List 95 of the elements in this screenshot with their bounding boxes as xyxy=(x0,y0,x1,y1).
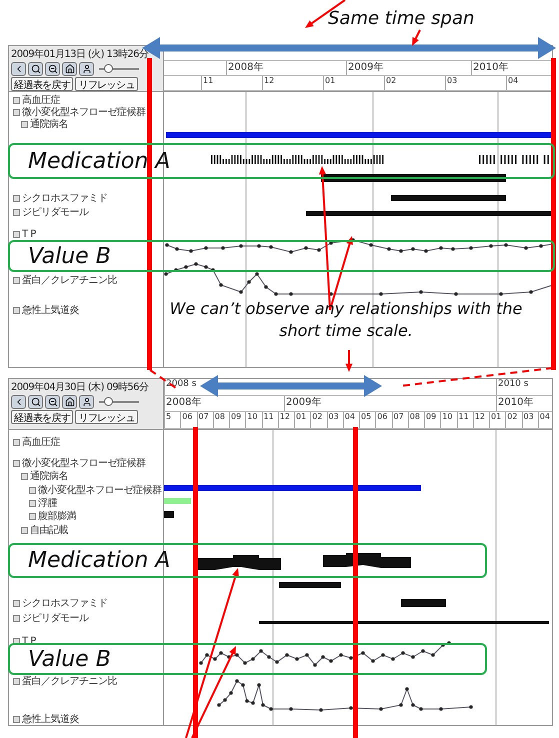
house-icon xyxy=(64,397,74,407)
slider-thumb[interactable] xyxy=(104,397,113,406)
expander-icon[interactable] xyxy=(13,716,20,722)
tree-item[interactable]: 浮腫 xyxy=(38,496,57,510)
tree-item[interactable]: シクロホスファミド xyxy=(22,596,108,610)
month-label: 11 xyxy=(262,412,278,428)
toolbar-button[interactable] xyxy=(79,62,94,76)
expander-icon[interactable] xyxy=(13,600,20,606)
tree-item[interactable]: 高血圧症 xyxy=(22,435,60,449)
month-label: 12 xyxy=(262,76,323,90)
year-label: 2008年 xyxy=(226,61,346,75)
caption: We can’t observe any relationships with the short time scale. xyxy=(168,298,524,342)
toolbar-button[interactable] xyxy=(45,395,60,409)
span-label: Same time span xyxy=(328,8,474,29)
timestamp: 2009年01月13日 (火) 13時26分 xyxy=(11,48,150,61)
tree-item[interactable]: ジピリダモール xyxy=(22,611,88,625)
zoom-out-icon xyxy=(48,397,58,407)
month-label: 01 xyxy=(489,412,506,428)
month-label: 12 xyxy=(472,412,489,428)
expander-icon[interactable] xyxy=(13,678,20,684)
expander-icon[interactable] xyxy=(13,614,20,622)
slider-thumb[interactable] xyxy=(104,64,113,73)
tree-item[interactable]: 急性上気道炎 xyxy=(22,712,79,726)
expander-icon[interactable] xyxy=(13,276,20,284)
tree-item[interactable]: 微小変化型ネフローゼ症候群 xyxy=(38,483,162,497)
month-label: 01 xyxy=(294,412,310,428)
person-icon xyxy=(82,397,92,407)
tree-item[interactable]: 高血圧症 xyxy=(22,93,60,107)
year-label: 2010年 xyxy=(496,396,552,412)
person-icon xyxy=(82,64,92,74)
header-button[interactable]: 経過表を戻す xyxy=(11,77,74,91)
toolbar-button[interactable] xyxy=(28,395,43,409)
tree-item[interactable]: 通院病名 xyxy=(30,117,68,131)
search-icon xyxy=(30,64,40,74)
month-label: 05 xyxy=(359,412,376,428)
highlight-label: Medication A xyxy=(28,148,170,174)
highlight-label: Value B xyxy=(28,646,111,672)
medication-bar xyxy=(401,599,446,607)
year-label: 2009年 xyxy=(346,61,471,75)
month-label: 11 xyxy=(456,412,473,428)
symptom-bar xyxy=(164,498,191,504)
month-label: 02 xyxy=(310,412,326,428)
tree-item[interactable]: シクロホスファミド xyxy=(22,191,108,205)
symptom-bar xyxy=(164,511,174,518)
tree-item[interactable]: ジピリダモール xyxy=(22,205,88,219)
toolbar-button[interactable] xyxy=(28,62,43,76)
month-label: 04 xyxy=(538,412,552,428)
toolbar-button[interactable] xyxy=(11,395,26,409)
header-button[interactable]: リフレッシュ xyxy=(75,77,138,91)
header-button[interactable]: 経過表を戻す xyxy=(11,410,74,424)
month-label: 03 xyxy=(326,412,343,428)
search-icon xyxy=(30,397,40,407)
highlight-label: Value B xyxy=(28,244,111,268)
toolbar-button[interactable] xyxy=(62,395,77,409)
pointer-arrow xyxy=(346,350,352,372)
month-label: 06 xyxy=(375,412,392,428)
tree-item[interactable]: 腹部膨満 xyxy=(38,509,76,523)
expander-icon[interactable] xyxy=(13,438,20,446)
tree-item[interactable]: 急性上気道炎 xyxy=(22,303,79,317)
toolbar-button[interactable] xyxy=(62,62,77,76)
tree-item[interactable]: 蛋白／クレアチニン比 xyxy=(22,273,117,287)
scale-label: 2010 s xyxy=(496,379,552,395)
month-label: 09 xyxy=(229,412,246,428)
tree-item[interactable]: 通院病名 xyxy=(30,469,68,483)
tree-item[interactable]: 自由記載 xyxy=(30,523,68,537)
month-label: 11 xyxy=(201,76,262,90)
tree-item[interactable]: T P xyxy=(22,228,36,240)
toolbar-button[interactable] xyxy=(79,395,94,409)
tree-item[interactable]: 蛋白／クレアチニン比 xyxy=(22,674,117,688)
month-label: 10 xyxy=(440,412,456,428)
header-button[interactable]: リフレッシュ xyxy=(75,410,138,424)
timestamp: 2009年04月30日 (木) 09時56分 xyxy=(11,380,150,394)
medication-bar xyxy=(279,582,341,588)
month-label: 03 xyxy=(445,76,506,90)
tree-item[interactable]: 微小変化型ネフローゼ症候群 xyxy=(22,456,146,470)
toolbar-button[interactable] xyxy=(11,62,26,76)
tree-item[interactable]: 微小変化型ネフローゼ症候群 xyxy=(22,105,146,119)
month-label: 08 xyxy=(212,412,229,428)
pointer-arrow xyxy=(412,30,421,46)
month-label: 08 xyxy=(408,412,424,428)
expander-icon[interactable] xyxy=(13,230,20,238)
zoom-out-icon xyxy=(48,64,58,74)
month-label: 10 xyxy=(245,412,262,428)
month-label: 07 xyxy=(392,412,408,428)
expander-icon[interactable] xyxy=(13,306,20,314)
month-label: 09 xyxy=(424,412,440,428)
month-label: 03 xyxy=(522,412,538,428)
toolbar-button[interactable] xyxy=(45,62,60,76)
house-icon xyxy=(64,64,74,74)
month-label: 12 xyxy=(278,412,294,428)
month-label: 01 xyxy=(323,76,384,90)
month-label: 5 xyxy=(164,412,180,428)
highlight-label: Medication A xyxy=(28,548,170,573)
month-label: 02 xyxy=(505,412,522,428)
month-label: 02 xyxy=(384,76,445,90)
